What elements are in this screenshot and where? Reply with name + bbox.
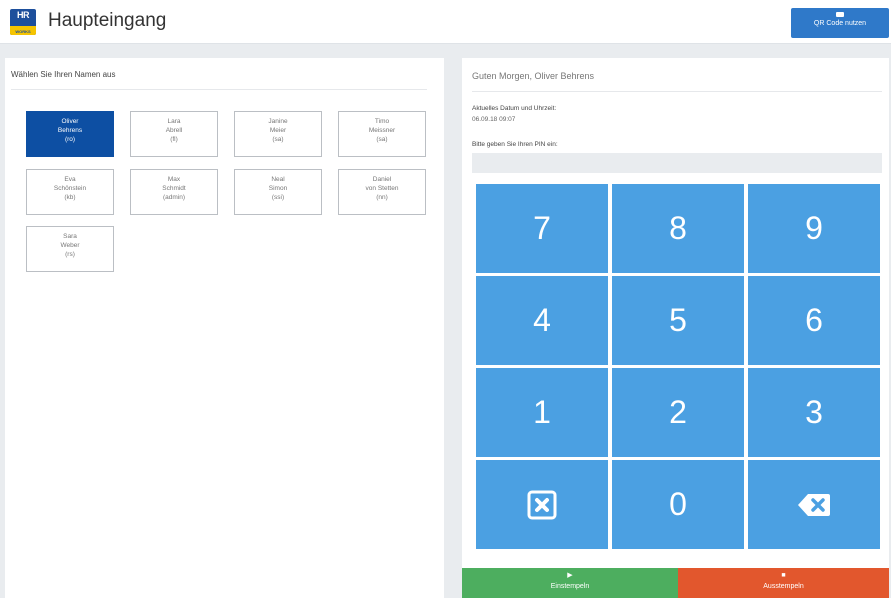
user-last-name: von Stetten [365,185,399,192]
key-6[interactable]: 6 [748,276,880,365]
backspace-icon [798,493,830,516]
stamp-in-label: Einstempeln [550,583,590,590]
pin-label: Bitte geben Sie Ihren PIN ein: [472,141,558,148]
stamp-out-button[interactable]: ■ Ausstempeln [678,568,889,598]
key-9[interactable]: 9 [748,184,880,273]
user-card[interactable]: Sara Weber (rs) [26,226,114,272]
user-last-name: Meier [269,127,287,134]
stamp-out-label: Ausstempeln [763,583,804,590]
key-clear[interactable] [476,460,608,549]
key-5[interactable]: 5 [612,276,744,365]
user-card[interactable]: Janine Meier (sa) [234,111,322,157]
pin-input[interactable] [472,153,882,173]
user-code: (ro) [64,136,76,143]
user-card[interactable]: Max Schmidt (admin) [130,169,218,215]
user-code: (nn) [376,194,388,201]
user-code: (rs) [65,251,75,258]
user-first-name: Neal [271,176,285,183]
user-first-name: Eva [64,176,76,183]
stamp-in-button[interactable]: ▶ Einstempeln [462,568,678,598]
datetime-label: Aktuelles Datum und Uhrzeit: [472,105,557,112]
user-card[interactable]: Timo Meissner (sa) [338,111,426,157]
user-code: (sa) [376,136,388,143]
qr-code-icon [836,12,844,17]
user-code: (ssi) [271,194,285,201]
key-2[interactable]: 2 [612,368,744,457]
user-last-name: Schmidt [162,185,186,192]
user-first-name: Daniel [372,176,392,183]
user-last-name: Simon [268,185,288,192]
user-card[interactable]: Oliver Behrens (ro) [26,111,114,157]
user-code: (kb) [64,194,76,201]
pin-keypad: 789 456 1230 [476,184,881,549]
user-card[interactable]: Daniel von Stetten (nn) [338,169,426,215]
hr-works-logo: HR WORKS [10,9,36,35]
user-last-name: Meissner [368,127,396,134]
key-backspace[interactable] [748,460,880,549]
pin-entry-panel: Guten Morgen, Oliver Behrens Aktuelles D… [462,58,889,598]
datetime-value: 06.09.18 09:07 [472,116,516,123]
user-first-name: Janine [268,118,288,125]
user-first-name: Timo [374,118,390,125]
key-3[interactable]: 3 [748,368,880,457]
user-last-name: Schönstein [53,185,87,192]
user-card[interactable]: Neal Simon (ssi) [234,169,322,215]
qr-code-button[interactable]: QR Code nutzen [791,8,889,38]
user-selection-panel: Wählen Sie Ihren Namen aus Oliver Behrens… [5,58,444,598]
user-code: (admin) [162,194,186,201]
page-title: Haupteingang [48,10,167,31]
user-first-name: Lara [167,118,181,125]
divider [472,91,882,92]
user-card[interactable]: Eva Schönstein (kb) [26,169,114,215]
key-1[interactable]: 1 [476,368,608,457]
user-code: (fl) [170,136,178,143]
user-first-name: Max [167,176,181,183]
app-header: HR WORKS Haupteingang QR Code nutzen [0,0,891,44]
user-card[interactable]: Lara Abrell (fl) [130,111,218,157]
key-4[interactable]: 4 [476,276,608,365]
user-first-name: Sara [63,233,77,240]
qr-code-button-label: QR Code nutzen [813,20,867,27]
key-7[interactable]: 7 [476,184,608,273]
user-selection-heading: Wählen Sie Ihren Namen aus [11,70,116,79]
greeting-text: Guten Morgen, Oliver Behrens [472,71,595,81]
play-icon: ▶ [567,572,573,579]
logo-text: HR [17,10,30,20]
user-code: (sa) [272,136,284,143]
user-last-name: Abrell [165,127,183,134]
key-0[interactable]: 0 [612,460,744,549]
divider [11,89,427,90]
user-last-name: Behrens [57,127,83,134]
key-8[interactable]: 8 [612,184,744,273]
stop-icon: ■ [781,572,786,579]
logo-sub-text: WORKS [15,29,31,34]
user-first-name: Oliver [61,118,79,125]
user-last-name: Weber [60,242,80,249]
clear-x-icon [527,490,557,519]
